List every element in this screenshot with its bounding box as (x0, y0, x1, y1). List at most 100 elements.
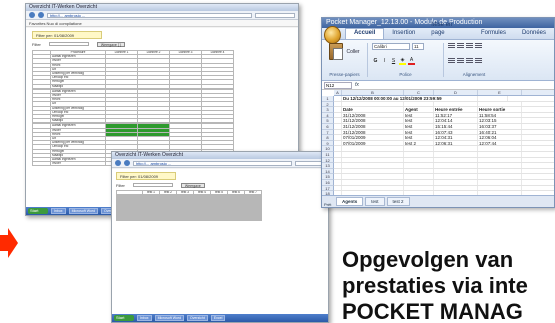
cell[interactable] (434, 101, 478, 107)
wrap-text-icon[interactable] (475, 43, 482, 49)
cell[interactable] (478, 101, 522, 107)
taskbar-item[interactable]: Inbox (51, 208, 66, 214)
cell[interactable]: 12:04:31 (434, 135, 478, 140)
cell[interactable]: 31/12/2008 (342, 112, 404, 118)
cell[interactable] (334, 157, 342, 163)
taskbar-item[interactable]: Microsoft Word (68, 208, 99, 214)
cell[interactable] (434, 163, 478, 168)
cell[interactable] (342, 168, 404, 174)
tab-insertion[interactable]: Insertion (384, 29, 423, 39)
cell[interactable] (404, 151, 434, 157)
tab-donnees[interactable]: Données (514, 29, 554, 39)
cell[interactable]: Agent (404, 107, 434, 112)
status-cell[interactable] (176, 219, 194, 222)
cell[interactable] (334, 123, 342, 129)
cell[interactable] (334, 179, 342, 185)
cell[interactable] (478, 157, 522, 163)
align-top-icon[interactable] (448, 57, 455, 64)
cell[interactable] (434, 174, 478, 179)
font-name-select[interactable]: Calibri (372, 43, 410, 50)
column-header[interactable]: C (404, 90, 434, 95)
cell[interactable] (404, 163, 434, 168)
cell[interactable] (404, 185, 434, 191)
cell[interactable]: test (404, 135, 434, 140)
cell[interactable]: test (404, 129, 434, 135)
cell[interactable] (334, 146, 342, 151)
cell[interactable]: Heure sortie (478, 107, 522, 112)
filter-input[interactable] (132, 183, 173, 187)
cell[interactable] (334, 163, 342, 168)
start-button[interactable]: Start (28, 208, 48, 214)
italic-icon[interactable]: I (381, 58, 388, 65)
cell[interactable] (434, 146, 478, 151)
cell[interactable] (478, 163, 522, 168)
cell[interactable] (404, 168, 434, 174)
name-box[interactable]: N12 (324, 81, 352, 89)
filter-input[interactable] (48, 42, 89, 46)
cell[interactable]: 12:03:15 (478, 118, 522, 123)
taskbar-item[interactable]: Inbox (137, 315, 152, 321)
cell[interactable]: 31/12/2008 (342, 129, 404, 135)
paste-label[interactable]: Coller (346, 49, 359, 55)
fill-color-icon[interactable]: ◈ (399, 57, 406, 65)
cell[interactable] (342, 151, 404, 157)
cell[interactable] (342, 101, 404, 107)
address-bar[interactable]: http://... ambrosio ... (47, 12, 252, 18)
cell[interactable] (334, 101, 342, 107)
spreadsheet-grid[interactable]: ABCDE 1234567891011121314151617181920 Du… (322, 90, 554, 207)
status-cell[interactable] (227, 219, 245, 222)
column-header[interactable]: E (478, 90, 522, 95)
cell[interactable] (478, 96, 508, 101)
status-cell[interactable] (210, 219, 228, 222)
address-bar[interactable]: http://... ambrosio ... (133, 160, 292, 166)
align-center-icon[interactable] (457, 43, 464, 49)
cell[interactable]: 31/12/2008 (342, 123, 404, 129)
cell[interactable] (434, 185, 478, 191)
paste-icon[interactable] (329, 43, 344, 60)
align-bottom-icon[interactable] (466, 57, 473, 64)
start-button[interactable]: Start (114, 315, 134, 321)
font-color-icon[interactable]: A (408, 57, 415, 65)
back-icon[interactable] (115, 160, 121, 166)
cell[interactable]: 16:40:21 (478, 129, 522, 135)
underline-icon[interactable]: S (390, 58, 397, 65)
cell[interactable]: Date (342, 107, 404, 112)
cell[interactable] (334, 135, 342, 140)
cell[interactable]: 11:58:54 (478, 112, 522, 118)
column-header[interactable]: D (434, 90, 478, 95)
office-button-icon[interactable] (324, 26, 341, 44)
cell[interactable] (478, 168, 522, 174)
tab-formules[interactable]: Formules (473, 29, 514, 39)
tab-mise-en-page[interactable]: Mise en page (423, 21, 473, 39)
status-cell[interactable] (142, 219, 160, 222)
cell[interactable] (342, 179, 404, 185)
cell[interactable]: 12:06:04 (478, 135, 522, 140)
cell[interactable] (334, 118, 342, 123)
cell[interactable]: 31/12/2008 (342, 118, 404, 123)
status-cell[interactable] (193, 219, 211, 222)
cell[interactable] (404, 101, 434, 107)
bold-icon[interactable]: G (372, 58, 379, 65)
cell[interactable]: 12:07:44 (478, 140, 522, 146)
cell[interactable] (334, 185, 342, 191)
search-input[interactable] (255, 12, 295, 18)
forward-icon[interactable] (124, 160, 130, 166)
column-header[interactable]: B (342, 90, 404, 95)
cell[interactable] (342, 146, 404, 151)
cell[interactable]: 07/01/2009 (342, 135, 404, 140)
cell[interactable] (334, 112, 342, 118)
cell[interactable]: test (404, 112, 434, 118)
taskbar-item[interactable]: Microsoft Word (154, 315, 185, 321)
cell[interactable]: Du 12/12/2008 00:00:00 au 12/01/2009 23:… (342, 96, 478, 101)
back-icon[interactable] (29, 12, 35, 18)
cell[interactable] (478, 174, 522, 179)
cell[interactable] (342, 185, 404, 191)
cell[interactable]: test (404, 118, 434, 123)
tab-accueil[interactable]: Accueil (344, 28, 385, 39)
cell[interactable] (434, 168, 478, 174)
cell[interactable]: 16:03:37 (478, 123, 522, 129)
cell[interactable] (478, 185, 522, 191)
cell[interactable]: 16:07:43 (434, 129, 478, 135)
cell[interactable] (342, 157, 404, 163)
cell-area[interactable]: Du 12/12/2008 00:00:00 au 12/01/2009 23:… (334, 96, 554, 207)
